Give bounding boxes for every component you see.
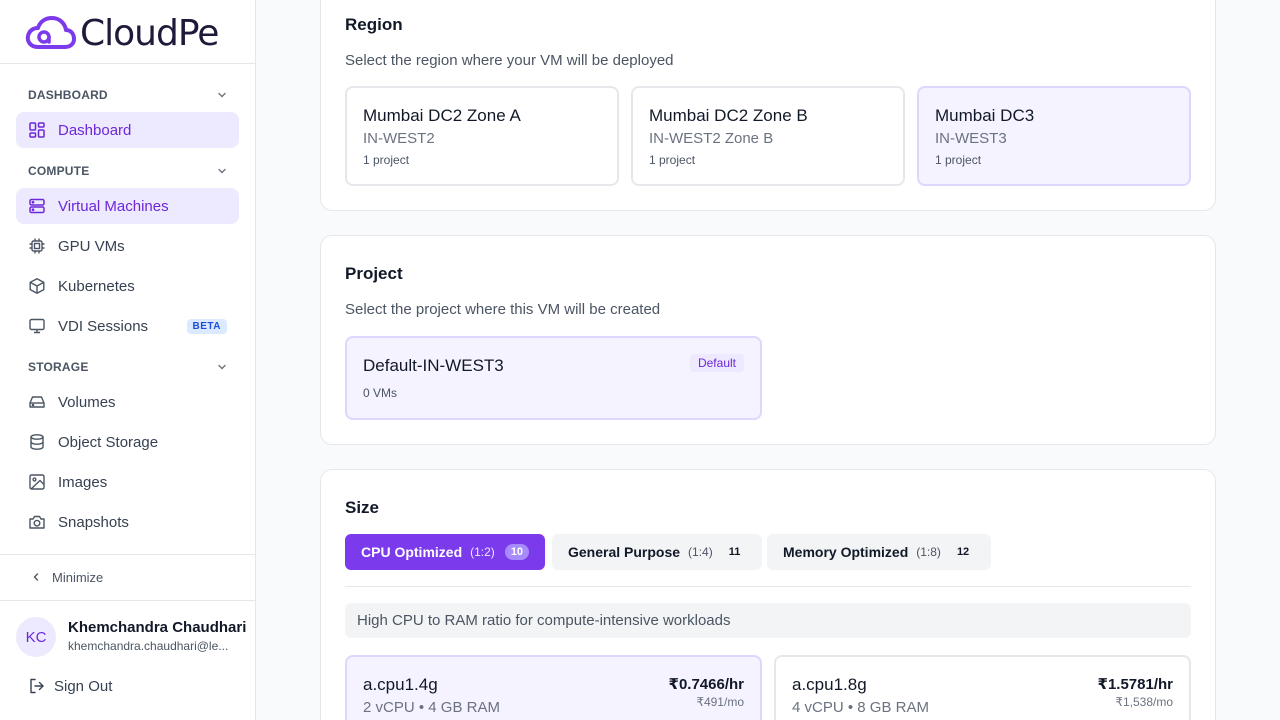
region-subtitle: Select the region where your VM will be … [345,52,674,69]
project-option-default-in-west3[interactable]: Default-IN-WEST3 0 VMs Default [345,336,762,420]
section-header-dashboard[interactable]: DASHBOARD [28,86,228,104]
tab-count-badge: 10 [504,544,530,560]
cube-icon [28,277,46,295]
project-title: Project [345,264,403,283]
divider [345,586,1191,587]
region-option-mumbai-dc3[interactable]: Mumbai DC3 IN-WEST3 1 project [917,86,1191,186]
sign-out-label: Sign Out [54,677,113,695]
region-project-count: 1 project [935,153,982,167]
sidebar-item-label: Virtual Machines [58,197,169,215]
section-label: COMPUTE [28,164,90,178]
sidebar-item-label: Snapshots [58,513,129,531]
sign-out-button[interactable]: Sign Out [28,676,112,696]
hard-drive-icon [28,393,46,411]
tab-ratio: (1:4) [688,545,713,559]
avatar[interactable]: KC [16,617,56,657]
plan-spec: 2 vCPU • 4 GB RAM [363,699,500,716]
sidebar-item-label: VDI Sessions [58,317,149,335]
tab-cpu-optimized[interactable]: CPU Optimized (1:2) 10 [345,534,546,570]
sidebar-item-volumes[interactable]: Volumes [16,384,239,420]
size-plan-a-cpu1-4g[interactable]: a.cpu1.4g 2 vCPU • 4 GB RAM ₹0.7466/hr ₹… [345,655,762,720]
camera-icon [28,513,46,531]
divider [0,554,256,555]
section-header-storage[interactable]: STORAGE [28,358,228,376]
minimize-label: Minimize [52,569,104,585]
chevron-down-icon [218,168,226,174]
sidebar-item-snapshots[interactable]: Snapshots [16,504,239,540]
sidebar-item-vdi-sessions[interactable]: VDI Sessions BETA [16,308,239,344]
tab-count-badge: 12 [956,546,970,558]
divider [0,600,256,601]
tab-label: CPU Optimized [361,544,463,560]
tab-general-purpose[interactable]: General Purpose (1:4) 11 [552,534,763,570]
chevron-down-icon [218,92,226,98]
monitor-icon [28,317,46,335]
section-label: STORAGE [28,360,89,374]
dashboard-grid-icon [28,121,46,139]
region-name: Mumbai DC2 Zone A [363,106,521,125]
sidebar-item-object-storage[interactable]: Object Storage [16,424,239,460]
sidebar-item-dashboard[interactable]: Dashboard [16,112,239,148]
section-label: DASHBOARD [28,88,108,102]
sidebar-item-label: Object Storage [58,433,159,451]
user-email: khemchandra.chaudhari@le... [68,639,229,653]
tab-ratio: (1:8) [916,545,941,559]
region-code: IN-WEST3 [935,130,1007,147]
size-category-description: High CPU to RAM ratio for compute-intens… [345,603,1191,638]
plan-price-monthly: ₹1,538/mo [1115,695,1173,709]
sidebar-item-label: Kubernetes [58,277,135,295]
sidebar-item-gpu-vms[interactable]: GPU VMs [16,228,239,264]
tab-memory-optimized[interactable]: Memory Optimized (1:8) 12 [767,534,992,570]
project-subtitle: Select the project where this VM will be… [345,301,661,318]
region-code: IN-WEST2 Zone B [649,130,774,147]
default-badge: Default [689,354,744,372]
tab-ratio: (1:2) [470,545,495,559]
plan-price-hourly: ₹1.5781/hr [1097,676,1173,693]
minimize-button[interactable]: Minimize [30,568,103,586]
region-project-count: 1 project [363,153,410,167]
chevron-down-icon [218,364,226,370]
cpu-chip-icon [28,237,46,255]
region-name: Mumbai DC2 Zone B [649,106,808,125]
sidebar-item-label: Images [58,473,108,491]
brand-logo[interactable]: CloudPe [24,12,219,54]
cloud-logo-icon [25,16,76,49]
size-plan-a-cpu1-8g[interactable]: a.cpu1.8g 4 vCPU • 8 GB RAM ₹1.5781/hr ₹… [774,655,1191,720]
sidebar-item-label: Dashboard [58,121,132,139]
sidebar-item-virtual-machines[interactable]: Virtual Machines [16,188,239,224]
plan-price-hourly: ₹0.7466/hr [668,676,744,693]
database-icon [28,433,46,451]
sign-out-icon [30,678,44,694]
sidebar-item-kubernetes[interactable]: Kubernetes [16,268,239,304]
plan-price-monthly: ₹491/mo [696,695,744,709]
tab-label: Memory Optimized [783,544,909,560]
chevron-left-icon [33,573,39,581]
beta-badge: BETA [186,318,227,334]
region-name: Mumbai DC3 [935,106,1035,125]
divider [0,63,256,64]
tab-count-badge: 11 [728,546,741,558]
region-project-count: 1 project [649,153,696,167]
sidebar-item-images[interactable]: Images [16,464,239,500]
region-code: IN-WEST2 [363,130,435,147]
project-name: Default-IN-WEST3 [363,356,504,375]
tab-label: General Purpose [568,544,681,560]
section-header-compute[interactable]: COMPUTE [28,162,228,180]
size-title: Size [345,498,380,517]
server-icon [28,197,46,215]
sidebar: CloudPe DASHBOARD Dashboard COMPUTE Virt… [0,0,256,720]
brand-name: CloudPe [80,12,219,54]
region-option-mumbai-dc2-zone-b[interactable]: Mumbai DC2 Zone B IN-WEST2 Zone B 1 proj… [631,86,905,186]
image-icon [28,473,46,491]
sidebar-item-label: GPU VMs [58,237,125,255]
sidebar-item-label: Volumes [58,393,116,411]
region-title: Region [345,15,403,34]
project-vm-count: 0 VMs [363,386,398,400]
user-name: Khemchandra Chaudhari [68,619,247,636]
region-option-mumbai-dc2-zone-a[interactable]: Mumbai DC2 Zone A IN-WEST2 1 project [345,86,619,186]
